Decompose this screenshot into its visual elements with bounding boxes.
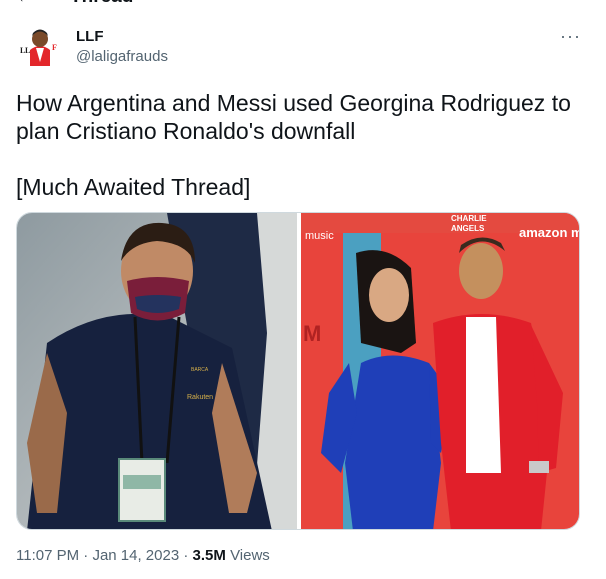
backdrop-charlie: CHARLIE bbox=[451, 214, 487, 223]
views-count: 3.5M bbox=[192, 547, 226, 564]
tweet-date[interactable]: Jan 14, 2023 bbox=[92, 547, 179, 564]
photo-right[interactable]: music amazon m CHARLIE ANGELS M bbox=[301, 213, 580, 530]
tweet-media[interactable]: Rakuten BARCA music amazon m CHARLIE ANG… bbox=[16, 212, 580, 530]
more-options-icon[interactable]: ··· bbox=[560, 26, 581, 47]
shirt-sponsor: Rakuten bbox=[187, 394, 213, 401]
backdrop-angels: ANGELS bbox=[451, 224, 485, 233]
page-title: Thread bbox=[70, 0, 133, 8]
avatar-image: L L F bbox=[16, 22, 64, 70]
avatar[interactable]: L L F bbox=[16, 22, 64, 70]
author-handle[interactable]: @laligafrauds bbox=[76, 48, 168, 65]
views-label: Views bbox=[230, 547, 270, 564]
arrow-left-icon[interactable]: ← bbox=[16, 0, 34, 7]
shirt-crest: BARCA bbox=[191, 367, 209, 373]
meta-separator: · bbox=[183, 547, 193, 564]
backdrop-music: music bbox=[305, 230, 334, 242]
svg-text:L: L bbox=[25, 46, 30, 55]
tweet-meta: 11:07 PM · Jan 14, 2023 · 3.5M Views bbox=[16, 547, 270, 564]
photo-left[interactable]: Rakuten BARCA bbox=[17, 213, 297, 530]
mtv-logo-mark: M bbox=[303, 321, 321, 346]
svg-text:F: F bbox=[52, 43, 57, 52]
tweet-text: How Argentina and Messi used Georgina Ro… bbox=[16, 90, 571, 200]
tweet-time[interactable]: 11:07 PM bbox=[16, 547, 79, 564]
backdrop-amazon: amazon m bbox=[519, 225, 580, 240]
author-name[interactable]: LLF bbox=[76, 28, 104, 45]
top-bar: ← Thread bbox=[0, 0, 606, 8]
